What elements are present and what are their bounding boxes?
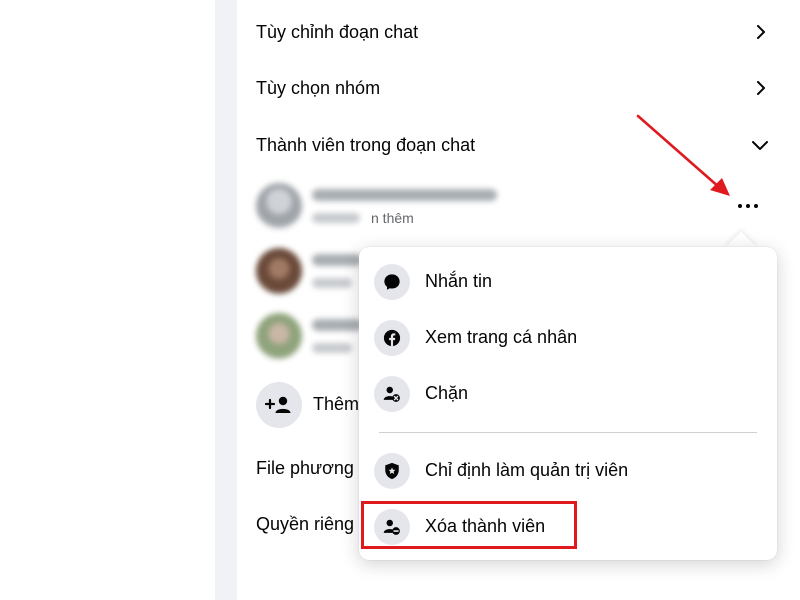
pane-divider [215, 0, 237, 600]
chat-members-label: Thành viên trong đoạn chat [256, 135, 476, 155]
shield-star-icon [374, 453, 410, 489]
chat-members-item[interactable]: Thành viên trong đoạn chat [256, 134, 475, 156]
menu-item-label: Chỉ định làm quản trị viên [425, 460, 629, 480]
message-icon [374, 264, 410, 300]
menu-item-block[interactable]: Chặn [374, 376, 764, 420]
member-role [312, 343, 352, 353]
group-options-item[interactable]: Tùy chọn nhóm [256, 77, 380, 99]
annotation-arrow-icon [636, 114, 730, 196]
avatar [256, 183, 302, 229]
chevron-right-icon [754, 25, 768, 39]
menu-item-view-profile[interactable]: Xem trang cá nhân [374, 320, 764, 364]
menu-item-make-admin[interactable]: Chỉ định làm quản trị viên [374, 453, 764, 497]
member-role [312, 278, 352, 288]
avatar [256, 313, 302, 359]
member-name [312, 319, 362, 331]
customize-chat-item[interactable]: Tùy chỉnh đoạn chat [256, 21, 418, 43]
menu-item-label: Xem trang cá nhân [425, 327, 578, 347]
add-person-icon [256, 382, 302, 428]
member-role [312, 213, 360, 223]
privacy-item[interactable]: Quyền riêng [256, 513, 354, 535]
chevron-right-icon [754, 81, 768, 95]
files-label: File phương [256, 458, 354, 478]
member-name [312, 254, 362, 266]
menu-divider [379, 432, 757, 433]
block-user-icon [374, 376, 410, 412]
menu-item-send-message[interactable]: Nhắn tin [374, 264, 764, 308]
add-member-label: Thêm [313, 394, 360, 414]
left-pane [0, 0, 215, 600]
customize-chat-label: Tùy chỉnh đoạn chat [256, 22, 419, 42]
highlight-box [361, 501, 577, 549]
menu-item-label: Nhắn tin [425, 271, 493, 291]
group-options-label: Tùy chọn nhóm [256, 78, 381, 98]
member-subtitle: n thêm [371, 210, 414, 226]
menu-item-label: Chặn [425, 383, 469, 403]
member-name [312, 189, 497, 201]
facebook-icon [374, 320, 410, 356]
privacy-label: Quyền riêng [256, 514, 355, 534]
files-item[interactable]: File phương [256, 457, 354, 479]
avatar [256, 248, 302, 294]
